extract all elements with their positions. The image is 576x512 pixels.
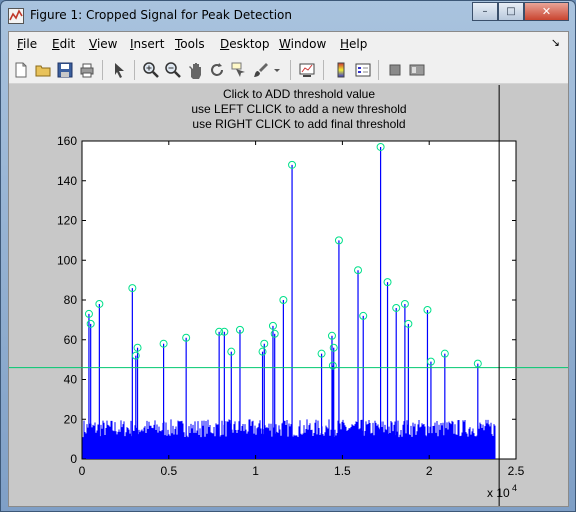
menu-edit-label: dit bbox=[59, 37, 76, 51]
menu-window-label: indow bbox=[290, 37, 327, 51]
menu-bar: File Edit View Insert Tools Desktop Wind… bbox=[9, 32, 568, 56]
client-area: File Edit View Insert Tools Desktop Wind… bbox=[8, 31, 569, 507]
colorbar-icon[interactable] bbox=[332, 61, 350, 79]
brush-icon[interactable] bbox=[252, 61, 270, 79]
link-plot-icon[interactable] bbox=[298, 61, 316, 79]
open-folder-icon[interactable] bbox=[34, 61, 52, 79]
y-tick-label: 120 bbox=[57, 214, 77, 228]
figure-window: Figure 1: Cropped Signal for Peak Detect… bbox=[0, 0, 576, 512]
y-tick-label: 160 bbox=[57, 134, 77, 148]
toolbar-separator bbox=[378, 60, 379, 80]
x-tick-label: 0.5 bbox=[160, 464, 177, 478]
plot-svg[interactable]: 0 20 40 60 80 100 120 140 160 0 0.5 1 1.5 2 2.5 x 10 4 bbox=[9, 85, 568, 506]
x-tick-label: 2 bbox=[426, 464, 433, 478]
figure-canvas[interactable]: Click to ADD threshold value use LEFT CL… bbox=[9, 85, 568, 506]
menu-view-mnemonic: V bbox=[89, 37, 97, 51]
menu-desktop-mnemonic: D bbox=[220, 37, 230, 51]
menu-view-label: iew bbox=[96, 37, 118, 51]
toolbar-separator bbox=[134, 60, 135, 80]
toolbar-separator bbox=[323, 60, 324, 80]
x-tick-label: 1.5 bbox=[334, 464, 351, 478]
pan-icon[interactable] bbox=[186, 61, 204, 79]
menu-desktop[interactable]: Desktop bbox=[220, 37, 270, 51]
menu-edit-mnemonic: E bbox=[52, 37, 60, 51]
x-tick-label: 0 bbox=[79, 464, 86, 478]
y-tick-label: 0 bbox=[70, 452, 77, 466]
menu-window[interactable]: Window bbox=[279, 37, 326, 51]
plot-axes-box bbox=[81, 140, 517, 460]
dropdown-icon[interactable] bbox=[272, 61, 282, 79]
menu-help-mnemonic: H bbox=[340, 37, 350, 51]
minimize-button[interactable]: – bbox=[472, 2, 498, 21]
hide-plot-tools-icon[interactable] bbox=[386, 61, 404, 79]
menu-desktop-label: esktop bbox=[229, 37, 270, 51]
show-plot-tools-icon[interactable] bbox=[408, 61, 426, 79]
title-bar[interactable]: Figure 1: Cropped Signal for Peak Detect… bbox=[1, 1, 575, 31]
x-tick-label: 1 bbox=[252, 464, 259, 478]
menu-edit[interactable]: Edit bbox=[52, 37, 75, 51]
menu-file-label: ile bbox=[23, 37, 38, 51]
menu-file[interactable]: File bbox=[17, 37, 37, 51]
pointer-icon[interactable] bbox=[110, 61, 128, 79]
y-tick-label: 100 bbox=[57, 253, 77, 267]
zoom-in-icon[interactable] bbox=[142, 61, 160, 79]
menu-help-label: elp bbox=[349, 37, 368, 51]
zoom-out-icon[interactable] bbox=[164, 61, 182, 79]
menu-help[interactable]: Help bbox=[340, 37, 367, 51]
menu-insert-label: nsert bbox=[133, 37, 165, 51]
y-tick-label: 40 bbox=[64, 373, 78, 387]
legend-icon[interactable] bbox=[354, 61, 372, 79]
y-tick-label: 140 bbox=[57, 174, 77, 188]
menu-window-mnemonic: W bbox=[279, 37, 291, 51]
figure-toolbar bbox=[9, 56, 568, 84]
x-exponent-power: 4 bbox=[512, 483, 517, 493]
menu-tools-label: ools bbox=[180, 37, 205, 51]
toolbar-separator bbox=[290, 60, 291, 80]
x-tick-label: 2.5 bbox=[508, 464, 525, 478]
rotate-icon[interactable] bbox=[208, 61, 226, 79]
window-title: Figure 1: Cropped Signal for Peak Detect… bbox=[30, 8, 292, 22]
y-tick-label: 60 bbox=[64, 333, 78, 347]
dock-arrow-icon[interactable]: ↘ bbox=[551, 36, 560, 49]
maximize-button[interactable]: □ bbox=[498, 2, 524, 21]
matlab-figure-icon bbox=[8, 8, 24, 24]
close-button[interactable]: ✕ bbox=[524, 2, 569, 21]
x-exponent-label: x 10 bbox=[487, 486, 510, 500]
new-file-icon[interactable] bbox=[12, 61, 30, 79]
toolbar-separator bbox=[102, 60, 103, 80]
menu-view[interactable]: View bbox=[89, 37, 117, 51]
print-icon[interactable] bbox=[78, 61, 96, 79]
menu-insert[interactable]: Insert bbox=[130, 37, 164, 51]
y-tick-label: 80 bbox=[64, 293, 78, 307]
menu-tools[interactable]: Tools bbox=[175, 37, 205, 51]
save-icon[interactable] bbox=[56, 61, 74, 79]
y-tick-label: 20 bbox=[64, 412, 78, 426]
data-cursor-icon[interactable] bbox=[230, 61, 248, 79]
